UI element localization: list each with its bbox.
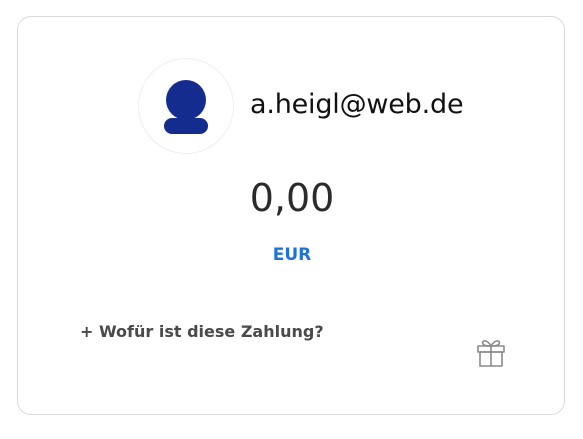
gift-icon[interactable] (474, 335, 508, 369)
payment-card: a.heigl@web.de 0,00 EUR + Wofür ist dies… (17, 16, 565, 415)
user-icon-head (166, 80, 206, 120)
avatar (138, 58, 234, 154)
user-icon-body (164, 118, 208, 134)
add-note-link[interactable]: + Wofür ist diese Zahlung? (80, 320, 324, 344)
amount-input[interactable]: 0,00 (18, 172, 566, 224)
currency-selector[interactable]: EUR (18, 243, 566, 267)
recipient-email: a.heigl@web.de (250, 89, 464, 120)
